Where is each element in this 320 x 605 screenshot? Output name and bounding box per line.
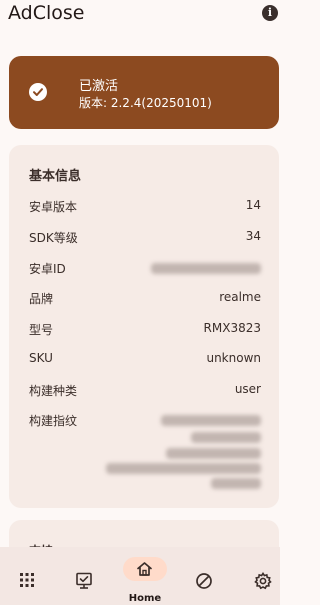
row-value-android-version: 14 (245, 198, 261, 212)
row-label-sku: SKU (29, 351, 53, 365)
bottom-navigation: Home (0, 547, 280, 605)
nav-item-settings[interactable] (235, 547, 291, 605)
nav-item-monitor[interactable] (56, 547, 112, 605)
home-icon (137, 562, 152, 576)
row-value-build-fingerprint-redacted (211, 478, 261, 489)
nav-item-home[interactable]: Home (117, 547, 173, 605)
app-bar: AdClose i (0, 0, 280, 40)
info-card-title: 基本信息 (29, 169, 82, 184)
row-value-build-fingerprint-redacted (166, 448, 261, 459)
row-value-model: RMX3823 (203, 321, 261, 335)
row-label-build-fingerprint: 构建指纹 (29, 414, 78, 428)
block-icon (196, 573, 212, 589)
nav-item-apps[interactable] (0, 547, 56, 605)
row-label-build-type: 构建种类 (29, 384, 78, 398)
row-value-sdk-level: 34 (245, 229, 261, 243)
row-value-brand: realme (219, 290, 261, 304)
row-value-build-fingerprint-redacted (106, 463, 261, 474)
row-value-build-type: user (234, 382, 261, 396)
basic-info-card: 基本信息 安卓版本 14 SDK等级 34 安卓ID 品牌 realme 型号 … (9, 145, 279, 508)
check-circle-icon (29, 83, 47, 101)
status-title: 已激活 (79, 79, 119, 94)
row-value-sku: unknown (206, 351, 261, 365)
app-title: AdClose (8, 2, 85, 24)
row-label-model: 型号 (29, 323, 54, 337)
nav-label-home: Home (128, 593, 162, 604)
nav-active-indicator (123, 557, 167, 581)
row-label-android-id: 安卓ID (29, 262, 66, 276)
row-label-android-version: 安卓版本 (29, 200, 78, 214)
settings-gear-icon (254, 572, 272, 590)
apps-grid-icon (20, 573, 34, 587)
status-version: 版本: 2.2.4(20250101) (79, 96, 212, 110)
nav-item-block[interactable] (176, 547, 232, 605)
activation-status-card[interactable]: 已激活 版本: 2.2.4(20250101) (9, 56, 279, 129)
info-icon[interactable]: i (262, 5, 278, 21)
row-value-build-fingerprint-redacted (191, 432, 261, 443)
row-label-sdk-level: SDK等级 (29, 231, 78, 245)
row-label-brand: 品牌 (29, 292, 54, 306)
row-value-build-fingerprint-redacted (161, 415, 261, 426)
row-value-android-id-redacted (151, 263, 261, 274)
monitor-check-icon (76, 572, 92, 589)
